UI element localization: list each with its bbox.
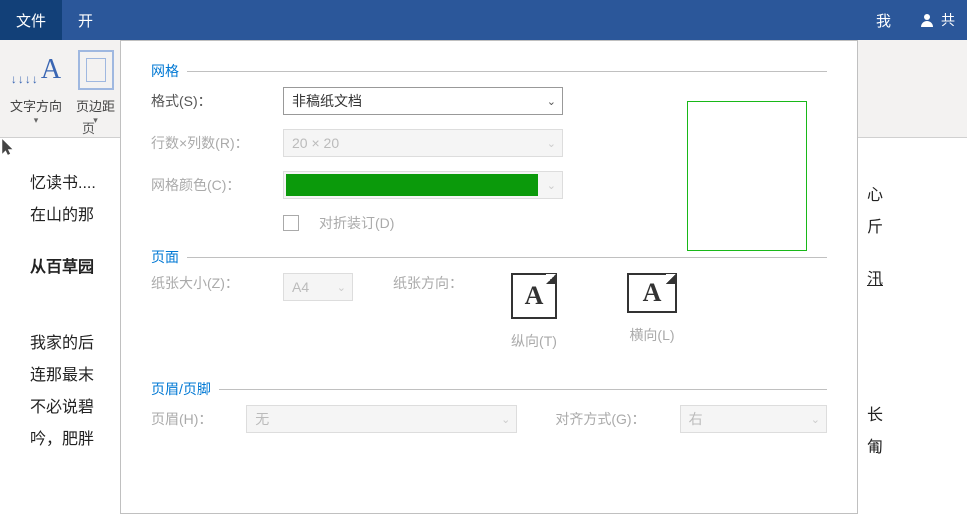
fold-label: 对折装订(D): [319, 213, 394, 233]
margins-label: 页边距: [76, 96, 115, 115]
chevron-down-icon: ⌄: [547, 95, 556, 108]
doc-line: 连那最末: [30, 360, 130, 392]
person-icon: [919, 12, 935, 28]
doc-line: 匍: [867, 432, 883, 464]
chevron-down-icon: ▾: [34, 115, 39, 126]
text-direction-label: 文字方向: [10, 96, 62, 115]
share-label: 共: [941, 10, 955, 30]
orientation-label: 纸张方向：: [393, 273, 463, 293]
grid-color-select: ⌄: [283, 171, 563, 199]
doc-line: 忆读书....: [30, 168, 130, 200]
header-footer-section-title: 页眉/页脚: [151, 379, 827, 399]
fold-checkbox: [283, 215, 299, 231]
tab-partial[interactable]: 开: [62, 0, 109, 40]
margins-icon: [78, 50, 114, 90]
color-swatch: [286, 174, 538, 196]
text-direction-icon: ↓↓↓↓ A: [11, 54, 61, 86]
doc-line: 心: [867, 180, 883, 212]
titlebar-spacer: [109, 0, 860, 40]
account-label[interactable]: 我: [860, 0, 907, 40]
file-tab[interactable]: 文件: [0, 0, 62, 40]
chevron-down-icon: ⌄: [811, 413, 820, 426]
grid-color-label: 网格颜色(C)：: [151, 175, 271, 195]
doc-line: 汛: [867, 264, 883, 296]
header-label: 页眉(H)：: [151, 409, 228, 429]
doc-line: 在山的那: [30, 200, 130, 232]
doc-line: 斤: [867, 212, 883, 244]
format-select[interactable]: 非稿纸文档 ⌄: [283, 87, 563, 115]
doc-heading: 从百草园: [30, 252, 130, 284]
paper-size-label: 纸张大小(Z)：: [151, 273, 271, 293]
align-select: 右 ⌄: [680, 405, 827, 433]
text-direction-button[interactable]: ↓↓↓↓ A 文字方向 ▾: [10, 46, 62, 135]
preview-box: [687, 101, 807, 251]
landscape-icon: A: [627, 273, 677, 313]
ribbon-group-footer: 页: [82, 118, 95, 137]
chevron-down-icon: ⌄: [501, 413, 510, 426]
doc-line: 吟，肥胖: [30, 424, 130, 456]
rows-cols-select: 20 × 20 ⌄: [283, 129, 563, 157]
align-label: 对齐方式(G)：: [555, 409, 661, 429]
share-button[interactable]: 共: [907, 0, 967, 40]
portrait-icon: A: [511, 273, 557, 319]
grid-section-title: 网格: [151, 61, 827, 81]
rows-cols-label: 行数×列数(R)：: [151, 133, 271, 153]
paper-size-select: A4 ⌄: [283, 273, 353, 301]
format-label: 格式(S)：: [151, 91, 271, 111]
chevron-down-icon: ⌄: [547, 179, 556, 192]
portrait-option: A 纵向(T): [511, 273, 557, 351]
doc-line: 长: [867, 400, 883, 432]
landscape-option: A 横向(L): [627, 273, 677, 351]
document-text-right: 心 斤 汛 长 匍: [867, 180, 883, 464]
chevron-down-icon: ⌄: [547, 137, 556, 150]
doc-line: 我家的后: [30, 328, 130, 360]
chevron-down-icon: ⌄: [337, 281, 346, 294]
document-text-left: 忆读书.... 在山的那 从百草园 我家的后 连那最末 不必说碧 吟，肥胖: [30, 168, 130, 456]
header-select: 无 ⌄: [246, 405, 517, 433]
title-bar: 文件 开 我 共: [0, 0, 967, 40]
genko-settings-dialog: 网格 格式(S)： 非稿纸文档 ⌄ 行数×列数(R)： 20 × 20 ⌄ 网格…: [120, 40, 858, 514]
doc-line: 不必说碧: [30, 392, 130, 424]
